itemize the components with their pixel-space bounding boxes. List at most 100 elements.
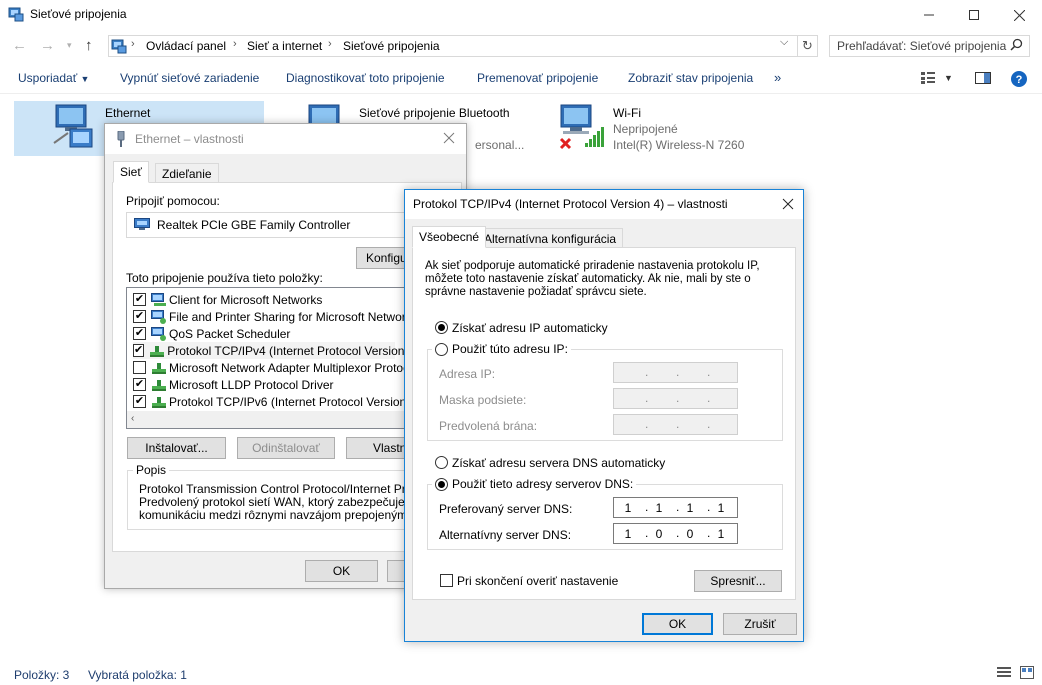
tab-sharing[interactable]: Zdieľanie — [155, 163, 219, 183]
manual-dns-option[interactable]: Použiť tieto adresy serverov DNS: — [432, 477, 637, 491]
protocol-icon — [151, 361, 167, 375]
rename-button[interactable]: Premenovať pripojenie — [477, 71, 598, 85]
validate-label[interactable]: Pri skončení overiť nastavenie — [457, 574, 618, 588]
preferred-dns-octet-1: 1 — [624, 501, 632, 515]
list-item[interactable]: ✔ Protokol TCP/IPv4 (Internet Protocol Ve… — [133, 342, 418, 359]
large-icons-view-icon[interactable] — [1020, 666, 1034, 679]
advanced-button[interactable]: Spresniť... — [694, 570, 782, 592]
dialog-close-icon[interactable] — [443, 132, 455, 144]
component-checkbox[interactable]: ✔ — [133, 327, 146, 340]
breadcrumb-control-panel[interactable]: Ovládací panel — [146, 39, 226, 53]
refresh-icon[interactable]: ↻ — [798, 35, 818, 57]
preferred-dns-octet-2: 1 — [655, 501, 663, 515]
connect-using-label: Pripojiť pomocou: — [126, 194, 220, 208]
tab-network[interactable]: Sieť — [113, 161, 149, 183]
description-line-2: Predvolený protokol sietí WAN, ktorý zab… — [139, 495, 405, 509]
component-checkbox[interactable]: ✔ — [133, 378, 146, 391]
auto-dns-label[interactable]: Získať adresu servera DNS automaticky — [452, 456, 665, 470]
adapter-bluetooth-device: ersonal... — [475, 138, 525, 152]
ipv4-dialog-title: Protokol TCP/IPv4 (Internet Protocol Ver… — [413, 197, 728, 211]
status-selected-count: Vybratá položka: 1 — [88, 668, 187, 682]
alternate-dns-octet-4: 1 — [717, 527, 725, 541]
tab-general[interactable]: Všeobecné — [412, 226, 487, 248]
forward-arrow-icon[interactable]: → — [40, 37, 55, 54]
network-service-icon — [151, 326, 167, 341]
wifi-adapter-icon — [557, 103, 609, 153]
component-checkbox[interactable] — [133, 361, 146, 374]
adapter-wifi-device: Intel(R) Wireless-N 7260 — [613, 138, 745, 152]
network-service-icon — [151, 309, 167, 324]
tab-alternate-config[interactable]: Alternatívna konfigurácia — [477, 228, 624, 248]
component-checkbox[interactable]: ✔ — [133, 395, 146, 408]
adapter-wifi-status: Nepripojené — [613, 122, 678, 136]
uninstall-button[interactable]: Odinštalovať — [237, 437, 335, 459]
organize-label: Usporiadať — [18, 71, 78, 85]
manual-ip-radio[interactable] — [435, 342, 448, 356]
validate-checkbox[interactable] — [440, 574, 453, 587]
breadcrumb-network-internet[interactable]: Sieť a internet — [247, 39, 322, 53]
install-button[interactable]: Inštalovať... — [127, 437, 226, 459]
protocol-icon — [149, 344, 165, 358]
manual-ip-label[interactable]: Použiť túto adresu IP: — [452, 342, 568, 356]
back-arrow-icon[interactable]: ← — [12, 37, 27, 54]
auto-ip-radio[interactable] — [435, 321, 448, 334]
up-arrow-icon[interactable]: ↑ — [85, 37, 93, 54]
ip-address-input[interactable]: ... — [613, 362, 738, 383]
more-commands-button[interactable]: » — [774, 70, 781, 85]
breadcrumb-separator-icon[interactable]: › — [131, 38, 135, 50]
svg-text:?: ? — [1016, 74, 1023, 86]
scroll-left-icon[interactable]: ‹ — [131, 413, 134, 424]
search-icon[interactable] — [1010, 38, 1023, 51]
component-checkbox[interactable]: ✔ — [133, 310, 146, 323]
dialog-close-icon[interactable] — [782, 198, 794, 210]
component-label: Client for Microsoft Networks — [169, 292, 323, 307]
organize-button[interactable]: Usporiadať ▼ — [18, 71, 89, 85]
preferred-dns-input[interactable]: 1 . 1 . 1 . 1 — [613, 497, 738, 518]
component-label: Microsoft Network Adapter Multiplexor Pr… — [169, 360, 419, 375]
diagnose-button[interactable]: Diagnostikovať toto pripojenie — [286, 71, 445, 85]
view-status-button[interactable]: Zobraziť stav pripojenia — [628, 71, 753, 85]
breadcrumb-network-connections[interactable]: Sieťové pripojenia — [343, 39, 440, 53]
default-gateway-input[interactable]: ... — [613, 414, 738, 435]
ethernet-dialog-title: Ethernet – vlastnosti — [135, 132, 244, 146]
alternate-dns-label: Alternatívny server DNS: — [439, 528, 572, 542]
manual-dns-radio[interactable] — [435, 477, 448, 491]
subnet-mask-label: Maska podsiete: — [439, 393, 527, 407]
close-button[interactable] — [996, 0, 1042, 30]
adapter-ethernet-name: Ethernet — [105, 106, 151, 120]
preview-pane-icon[interactable] — [975, 72, 991, 84]
description-label: Popis — [133, 463, 170, 477]
subnet-mask-input[interactable]: ... — [613, 388, 738, 409]
disable-device-button[interactable]: Vypnúť sieťové zariadenie — [120, 71, 259, 85]
alternate-dns-octet-2: 0 — [655, 527, 663, 541]
search-input[interactable]: Prehľadávať: Sieťové pripojenia — [829, 35, 1030, 57]
view-chevron-down-icon[interactable]: ▼ — [944, 73, 953, 83]
ipv4-properties-dialog: Protokol TCP/IPv4 (Internet Protocol Ver… — [404, 189, 804, 642]
items-label: Toto pripojenie používa tieto položky: — [126, 271, 323, 285]
cancel-button[interactable]: Zrušiť — [723, 613, 797, 635]
help-icon[interactable]: ? — [1011, 71, 1027, 87]
auto-dns-radio[interactable] — [435, 456, 448, 469]
component-label: Protokol TCP/IPv4 (Internet Protocol Ver… — [167, 343, 419, 358]
component-label: File and Printer Sharing for Microsoft N… — [169, 309, 418, 324]
ok-button[interactable]: OK — [305, 560, 378, 582]
component-checkbox[interactable]: ✔ — [133, 293, 146, 306]
view-options-icon[interactable] — [921, 72, 935, 84]
preferred-dns-octet-4: 1 — [717, 501, 725, 515]
recent-chevron-down-icon[interactable]: ▾ — [67, 40, 72, 51]
address-dropdown-chevron-down-icon[interactable]: ⌵ — [780, 36, 788, 49]
alternate-dns-octet-1: 1 — [624, 527, 632, 541]
maximize-button[interactable] — [951, 0, 997, 30]
breadcrumb-separator-icon[interactable]: › — [233, 38, 237, 50]
network-client-icon — [151, 292, 167, 307]
ok-button[interactable]: OK — [642, 613, 713, 635]
minimize-button[interactable] — [906, 0, 952, 30]
manual-dns-label[interactable]: Použiť tieto adresy serverov DNS: — [452, 477, 633, 491]
breadcrumb-separator-icon[interactable]: › — [328, 38, 332, 50]
auto-ip-label[interactable]: Získať adresu IP automaticky — [452, 321, 608, 335]
manual-ip-option[interactable]: Použiť túto adresu IP: — [432, 342, 571, 356]
details-view-icon[interactable] — [997, 667, 1011, 679]
horizontal-scrollbar[interactable]: ‹ — [127, 411, 422, 428]
alternate-dns-input[interactable]: 1 . 0 . 0 . 1 — [613, 523, 738, 544]
component-checkbox[interactable]: ✔ — [133, 344, 145, 357]
